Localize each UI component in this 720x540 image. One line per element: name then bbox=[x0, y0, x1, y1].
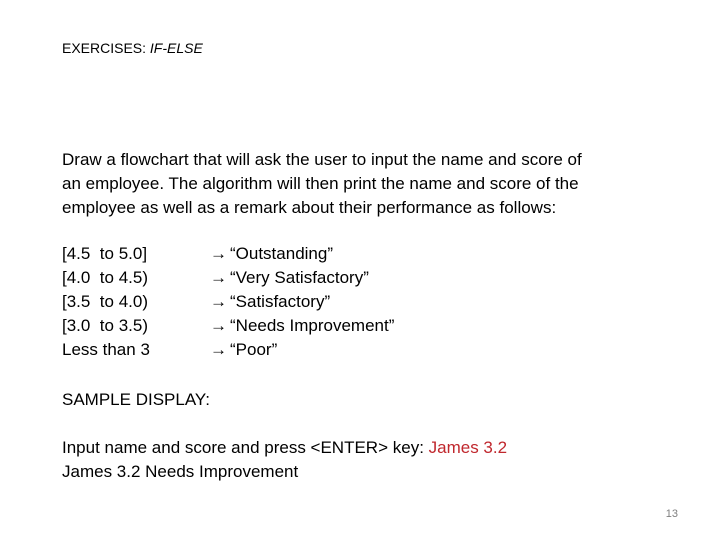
page-number: 13 bbox=[665, 508, 678, 520]
range-label: Less than 3 bbox=[62, 340, 150, 359]
range-remark: “Needs Improvement” bbox=[230, 316, 395, 335]
range-label: [4.5 to 5.0] bbox=[62, 244, 148, 263]
sample-prompt-line: Input name and score and press <ENTER> k… bbox=[62, 436, 507, 460]
sample-display: Input name and score and press <ENTER> k… bbox=[62, 436, 507, 484]
range-label: [3.5 to 4.0) bbox=[62, 292, 148, 311]
range-remark: “Satisfactory” bbox=[230, 292, 331, 311]
instructions-line: an employee. The algorithm will then pri… bbox=[62, 174, 579, 193]
instructions-line: Draw a flowchart that will ask the user … bbox=[62, 150, 582, 169]
arrow-right-icon: → bbox=[210, 340, 227, 359]
title-prefix: EXERCISES: bbox=[62, 40, 150, 56]
arrow-right-icon: → bbox=[210, 244, 227, 263]
arrow-right-icon: → bbox=[210, 316, 227, 335]
range-remark: “Poor” bbox=[230, 340, 278, 359]
instructions-line: employee as well as a remark about their… bbox=[62, 198, 557, 217]
arrow-right-icon: → bbox=[210, 292, 227, 311]
instructions-paragraph: Draw a flowchart that will ask the user … bbox=[62, 148, 662, 220]
arrow-right-icon: → bbox=[210, 268, 227, 287]
sample-prompt: Input name and score and press <ENTER> k… bbox=[62, 438, 429, 457]
range-label: [3.0 to 3.5) bbox=[62, 316, 148, 335]
sample-display-heading: SAMPLE DISPLAY: bbox=[62, 390, 211, 409]
sample-output-line: James 3.2 Needs Improvement bbox=[62, 462, 299, 481]
slide-title: EXERCISES: IF-ELSE bbox=[62, 40, 203, 56]
range-remark: “Outstanding” bbox=[230, 244, 333, 263]
range-label: [4.0 to 4.5) bbox=[62, 268, 148, 287]
range-remark: “Very Satisfactory” bbox=[230, 268, 369, 287]
title-topic: IF-ELSE bbox=[149, 40, 203, 56]
sample-user-input: James 3.2 bbox=[428, 438, 508, 457]
